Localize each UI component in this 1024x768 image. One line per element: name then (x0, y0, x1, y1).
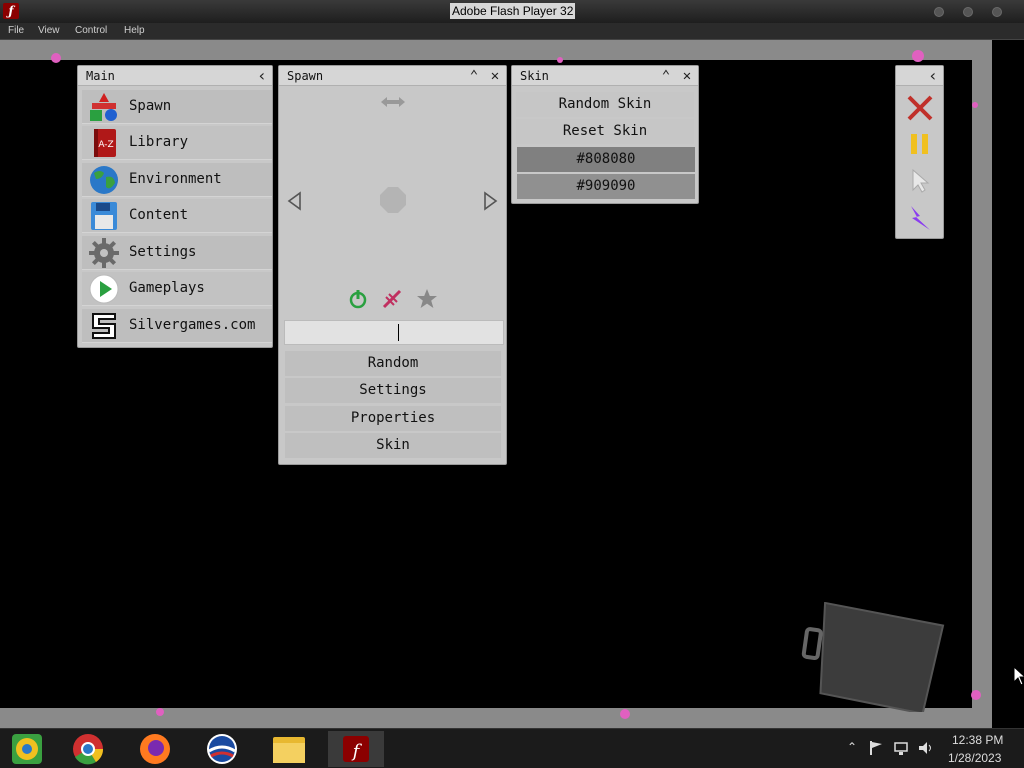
taskbar-file-explorer[interactable] (261, 731, 317, 767)
skin-color-909090[interactable]: #909090 (517, 174, 695, 199)
main-panel-title: Main (86, 69, 115, 83)
flip-direction-icon[interactable] (379, 94, 407, 110)
close-panel-icon[interactable]: ✕ (487, 68, 503, 84)
favorite-star-icon[interactable] (416, 288, 438, 310)
menu-file[interactable]: File (8, 25, 24, 36)
skin-panel-title: Skin (520, 69, 549, 83)
taskbar-flash-player[interactable]: f (328, 731, 384, 767)
no-physics-icon[interactable] (381, 288, 403, 310)
spawn-settings-button[interactable]: Settings (285, 378, 501, 403)
menu-view[interactable]: View (38, 25, 60, 36)
spawn-panel-title: Spawn (287, 69, 324, 83)
close-window-button[interactable] (992, 7, 1002, 17)
main-item-label: Environment (129, 171, 222, 187)
show-hidden-icons[interactable]: ⌃ (847, 740, 857, 754)
spawn-properties-button[interactable]: Properties (285, 406, 501, 431)
pointer-tool-icon[interactable] (910, 168, 932, 194)
clock-time[interactable]: 12:38 PM (952, 733, 1003, 747)
main-item-content[interactable]: Content (82, 199, 272, 233)
taskbar: f ⌃ 12:38 PM 1/28/2023 (0, 728, 1024, 768)
taskbar-chrome[interactable] (60, 731, 116, 767)
skin-panel: Skin ⌃ ✕ Random Skin Reset Skin #808080 … (511, 65, 699, 204)
chrome-icon (73, 734, 104, 765)
delete-all-icon[interactable] (906, 94, 934, 122)
main-item-library[interactable]: A-Z Library (82, 126, 272, 160)
mouse-cursor (1013, 666, 1024, 686)
main-item-label: Settings (129, 244, 197, 260)
menu-help[interactable]: Help (124, 25, 145, 36)
trash-can-icon[interactable] (798, 602, 946, 712)
minimize-button[interactable] (934, 7, 944, 17)
tools-panel: ‹ (895, 65, 944, 239)
close-panel-icon[interactable]: ✕ (679, 68, 695, 84)
menu-control[interactable]: Control (75, 25, 107, 36)
library-book-icon: A-Z (94, 129, 116, 157)
spawn-random-button[interactable]: Random (285, 351, 501, 376)
silvergames-s-icon (92, 313, 116, 339)
menubar: File View Control Help (0, 23, 1024, 40)
spawn-shapes-icon (90, 93, 117, 121)
collapse-left-icon[interactable]: ‹ (254, 68, 270, 84)
folder-icon (273, 737, 305, 763)
window-title: Adobe Flash Player 32 (450, 3, 576, 19)
maximize-button[interactable] (963, 7, 973, 17)
pause-icon[interactable] (908, 132, 932, 156)
window-titlebar: ƒ Adobe Flash Player 32 (0, 0, 1024, 23)
main-item-label: Spawn (129, 98, 172, 114)
main-item-label: Silvergames.com (129, 317, 256, 333)
main-panel-header: Main ‹ (78, 66, 272, 86)
taskbar-app-4[interactable] (194, 731, 250, 767)
firefox-icon (140, 734, 170, 764)
main-item-silvergames[interactable]: Silvergames.com (82, 309, 272, 343)
lightning-tool-icon[interactable] (906, 204, 934, 232)
reset-skin-button[interactable]: Reset Skin (516, 119, 694, 144)
main-item-spawn[interactable]: Spawn (82, 90, 272, 124)
play-icon (89, 274, 119, 304)
floppy-disk-icon (91, 202, 117, 230)
tools-panel-header: ‹ (896, 66, 943, 86)
collapse-up-icon[interactable]: ⌃ (466, 68, 482, 84)
taskbar-firefox[interactable] (127, 731, 183, 767)
main-item-label: Library (129, 134, 189, 150)
main-item-environment[interactable]: Environment (82, 163, 272, 197)
spawn-skin-button[interactable]: Skin (285, 433, 501, 458)
next-arrow-icon[interactable] (482, 191, 498, 211)
text-cursor (398, 324, 399, 341)
skin-panel-header: Skin ⌃ ✕ (512, 66, 698, 86)
main-item-settings[interactable]: Settings (82, 236, 272, 270)
spawn-panel-header: Spawn ⌃ ✕ (279, 66, 506, 86)
clock-date[interactable]: 1/28/2023 (948, 751, 1001, 765)
collapse-up-icon[interactable]: ⌃ (658, 68, 674, 84)
main-item-gameplays[interactable]: Gameplays (82, 272, 272, 306)
main-item-label: Gameplays (129, 280, 205, 296)
flag-icon[interactable] (868, 740, 884, 756)
chrome-canary-icon (12, 734, 42, 764)
taskbar-chrome-canary[interactable] (0, 731, 56, 767)
spawn-preview-object (380, 187, 406, 213)
outer-margin (992, 40, 1024, 728)
spawn-search-input[interactable] (284, 320, 504, 345)
main-item-label: Content (129, 207, 189, 223)
svg-text:A-Z: A-Z (98, 140, 113, 150)
flash-app-icon: ƒ (3, 3, 19, 19)
network-icon[interactable] (893, 740, 911, 756)
collapse-left-icon[interactable]: ‹ (925, 68, 941, 84)
previous-arrow-icon[interactable] (287, 191, 303, 211)
power-icon[interactable] (347, 288, 369, 310)
globe-icon (90, 166, 118, 194)
skin-color-808080[interactable]: #808080 (517, 147, 695, 172)
main-panel: Main ‹ Spawn A-Z Library Environment Con… (77, 65, 273, 348)
random-skin-button[interactable]: Random Skin (516, 92, 694, 117)
flash-player-icon: f (343, 736, 369, 762)
spawn-panel: Spawn ⌃ ✕ Random Settings Properties Ski… (278, 65, 507, 465)
gear-icon (89, 238, 119, 268)
circle-logo-icon (207, 734, 237, 764)
volume-icon[interactable] (917, 740, 935, 756)
